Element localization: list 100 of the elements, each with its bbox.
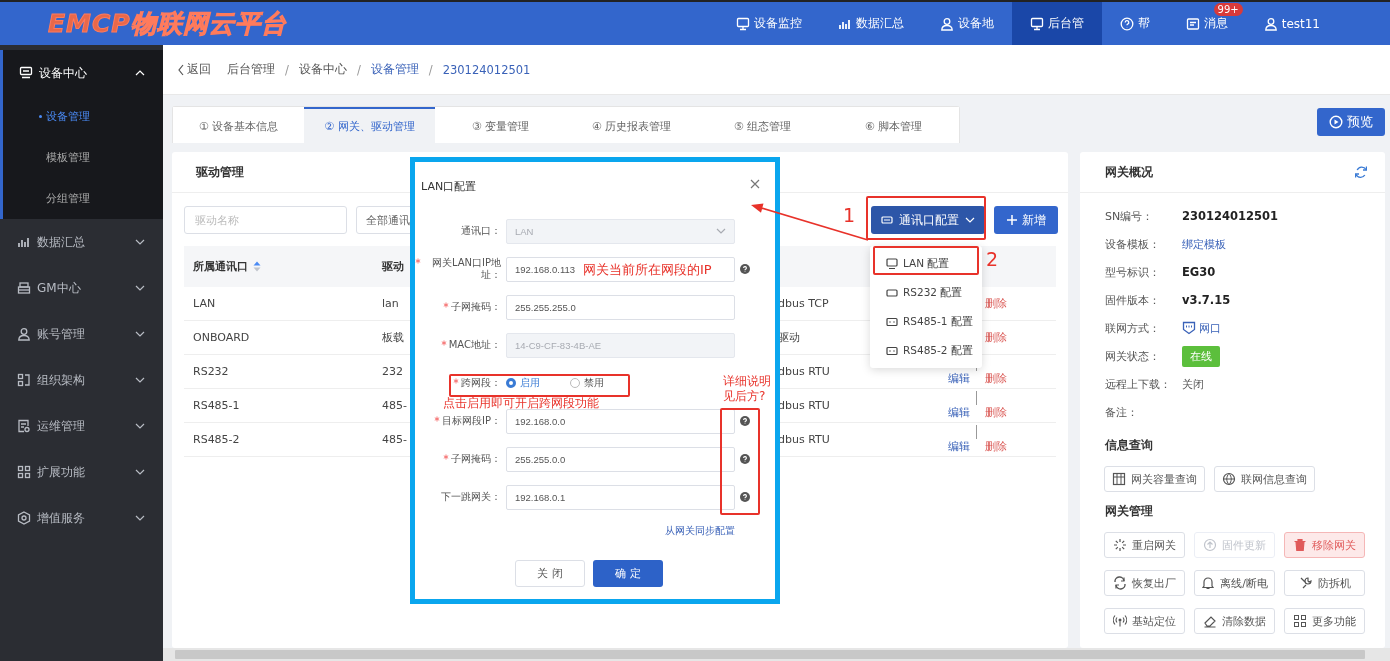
printer-icon [17,281,31,295]
antenna-icon [1113,614,1127,628]
chevron-down-icon [716,227,726,235]
delete-link[interactable]: 删除 [985,371,1047,386]
menu-item[interactable]: LAN 配置 [870,249,982,278]
tab[interactable]: ② 网关、驱动管理 [304,107,435,143]
nav-item[interactable]: 消息 99+ [1167,2,1246,45]
sidebar-item[interactable]: GM中心 [0,265,163,311]
edit-link[interactable]: 编辑 [948,439,976,454]
sidebar-subitem[interactable]: 设备管理 [3,96,163,137]
play-circle-icon [1329,115,1343,129]
edit-link[interactable]: 编辑 [948,405,976,420]
input-field[interactable]: 255.255.255.0 [506,294,735,320]
input-field[interactable]: 192.168.0.1 [506,484,735,510]
chevron-down-icon [135,376,145,384]
column-header: 所属通讯口 [193,259,261,274]
close-icon [750,179,760,189]
ethernet-port-icon [1182,321,1196,335]
delete-link[interactable]: 删除 [985,439,1047,454]
sort-icon [253,261,261,272]
radio-option[interactable]: 启用 [506,376,540,390]
server-icon [19,66,33,80]
bar-chart-icon [17,235,31,249]
user-icon [17,327,31,341]
input-field[interactable]: 192.168.0.0 [506,408,735,434]
field-label: 网关LAN口IP地址： [430,257,501,281]
gateway-action-button[interactable]: 重启网关 [1104,532,1185,558]
chevron-left-icon [177,63,185,76]
sidebar-item[interactable]: 组织架构 [0,357,163,403]
confirm-button[interactable]: 确 定 [593,560,663,587]
sidebar-item[interactable]: 数据汇总 [0,219,163,265]
monitor-icon [1029,16,1044,31]
search-field[interactable]: 驱动名称 [184,206,347,234]
sidebar-subitem[interactable]: 模板管理 [3,137,163,178]
grid-icon [1293,614,1307,628]
monitor-icon [886,257,898,270]
template-link[interactable]: 绑定模板 [1182,236,1226,252]
query-button[interactable]: 联网信息查询 [1214,466,1315,492]
delete-link[interactable]: 删除 [985,405,1047,420]
nav-item[interactable]: 后台管 [1011,2,1102,45]
user-icon [939,16,954,31]
field-label: MAC地址： [448,339,501,351]
chevron-down-icon [135,284,145,292]
port-icon [881,215,893,225]
nav-item[interactable]: 设备地 [921,2,1012,45]
breadcrumb-item[interactable]: 230124012501 [442,62,531,77]
gateway-action-button[interactable]: 恢复出厂 [1104,570,1185,596]
annotation-note: 详细说明见后方? [723,374,772,404]
help-icon [1119,16,1134,31]
table-cell: RS232 [184,354,373,389]
sidebar-subitem[interactable]: 分组管理 [3,178,163,219]
edit-link[interactable]: 编辑 [948,371,976,386]
sidebar-item[interactable]: 扩展功能 [0,449,163,495]
delete-link[interactable]: 删除 [985,296,1047,311]
step-number: 1 [843,204,856,226]
nav-item[interactable]: 帮 [1101,2,1168,45]
gateway-action-button[interactable]: 基站定位 [1104,608,1185,634]
query-button[interactable]: 网关容量查询 [1104,466,1205,492]
gateway-action-button[interactable]: 清除数据 [1194,608,1275,634]
gateway-action-button[interactable]: 防拆机 [1284,570,1365,596]
close-button[interactable] [750,179,760,189]
chevron-down-icon [135,238,145,246]
eraser-icon [1203,614,1217,628]
info-value: v3.7.15 [1182,293,1231,307]
chevron-down-icon [135,330,145,338]
back-link[interactable]: 返回 [177,62,211,77]
cancel-button[interactable]: 关 闭 [515,560,585,587]
gateway-action-button[interactable]: 离线/断电 [1194,570,1275,596]
add-button[interactable]: 新增 [994,206,1058,234]
delete-link[interactable]: 删除 [985,330,1047,345]
info-value: 关闭 [1182,376,1204,392]
sidebar-item[interactable]: 账号管理 [0,311,163,357]
sidebar-item[interactable]: 增值服务 [0,495,163,541]
sidebar-item[interactable]: 设备中心 [3,50,163,96]
refresh-icon[interactable] [1355,165,1367,179]
breadcrumb-item: 后台管理 [227,62,275,77]
field-label: 通讯口： [461,225,501,237]
chevron-down-icon [965,216,975,224]
sidebar-item[interactable]: 运维管理 [0,403,163,449]
nav-item[interactable]: 数据汇总 [819,2,922,45]
gateway-action-button[interactable]: 更多功能 [1284,608,1365,634]
input-field[interactable]: 255.255.0.0 [506,446,735,472]
port-config-button[interactable]: 通讯口配置 [871,206,985,234]
preview-button[interactable]: 预览 [1317,108,1385,136]
info-label: 联网方式： [1105,320,1161,336]
radio-option[interactable]: 禁用 [570,376,604,390]
chevron-down-icon [135,468,145,476]
breadcrumb-separator: / [428,62,433,77]
info-label: 网关状态： [1105,348,1161,364]
status-tag: 在线 [1182,345,1220,367]
sync-config-link[interactable]: 从网关同步配置 [665,525,735,536]
panel-title: 网关概况 [1105,164,1153,180]
org-chart-icon [17,373,31,387]
plus-icon [1006,214,1018,226]
breadcrumb-item[interactable]: 设备管理 [370,62,419,77]
nav-item[interactable]: 设备监控 [717,2,820,45]
wrench-icon [1298,576,1313,590]
field-label: 子网掩码： [451,301,501,313]
nav-item[interactable]: test11 [1245,2,1338,45]
horizontal-scrollbar[interactable] [163,648,1390,661]
